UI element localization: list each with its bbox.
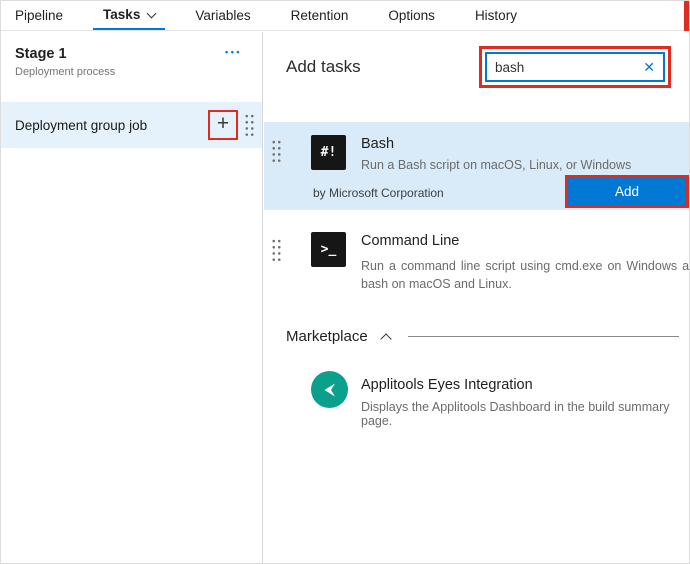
task-search-box: ✕ [485,52,665,82]
add-button[interactable]: Add [568,178,686,205]
drag-handle-icon[interactable] [270,237,281,264]
task-search-input[interactable] [495,60,637,75]
tab-tasks-label: Tasks [103,7,140,22]
annotation-mark [684,1,689,31]
task-publisher: by Microsoft Corporation [313,186,444,200]
task-name: Bash [361,136,394,152]
bash-task-icon: #! [311,135,346,170]
top-tab-bar: Pipeline Tasks Variables Retention Optio… [1,1,689,31]
job-label: Deployment group job [15,118,208,133]
clear-search-icon[interactable]: ✕ [643,60,655,74]
annotation-box-add: Add [565,175,689,208]
stage-subtitle: Deployment process [15,66,248,78]
tab-options[interactable]: Options [378,1,445,30]
stages-sidebar: Stage 1 Deployment process ••• Deploymen… [1,32,263,563]
release-pipeline-window: Pipeline Tasks Variables Retention Optio… [0,0,690,564]
section-divider [408,336,679,337]
command-line-task-icon: >_ [311,232,346,267]
tab-retention[interactable]: Retention [281,1,359,30]
tab-history-label: History [475,8,517,23]
stage-card[interactable]: Stage 1 Deployment process ••• [1,32,262,78]
drag-handle-icon[interactable] [243,112,255,138]
marketplace-section-header[interactable]: Marketplace [286,328,679,345]
tab-options-label: Options [388,8,435,23]
deployment-group-job-item[interactable]: Deployment group job + [1,102,262,148]
annotation-box-search: ✕ [479,46,671,88]
panel-title: Add tasks [286,57,361,77]
extension-description: Displays the Applitools Dashboard in the… [361,400,689,428]
task-description: Run a Bash script on macOS, Linux, or Wi… [361,158,689,172]
tab-variables[interactable]: Variables [185,1,260,30]
plus-icon: + [217,113,229,134]
add-tasks-panel: Add tasks ✕ #! Bash Run a Bash script on… [264,32,689,563]
tab-variables-label: Variables [195,8,250,23]
tab-pipeline-label: Pipeline [15,8,63,23]
tab-pipeline[interactable]: Pipeline [5,1,73,30]
stage-more-menu-button[interactable]: ••• [225,48,242,57]
chevron-down-icon [147,8,157,18]
task-card-command-line[interactable]: >_ Command Line Run a command line scrip… [264,228,689,312]
marketplace-item-applitools[interactable]: Applitools Eyes Integration Displays the… [264,371,689,431]
extension-name: Applitools Eyes Integration [361,377,533,393]
task-card-bash[interactable]: #! Bash Run a Bash script on macOS, Linu… [264,122,689,210]
marketplace-label: Marketplace [286,328,368,345]
drag-handle-icon[interactable] [270,138,281,165]
task-description: Run a command line script using cmd.exe … [361,257,689,293]
chevron-up-icon [380,333,391,344]
task-name: Command Line [361,233,459,249]
tab-tasks[interactable]: Tasks [93,1,165,30]
add-task-plus-button[interactable]: + [208,110,238,140]
applitools-logo-icon [311,371,348,408]
stage-title: Stage 1 [15,46,248,62]
tab-retention-label: Retention [291,8,349,23]
panel-header: Add tasks ✕ [264,32,689,88]
tab-history[interactable]: History [465,1,527,30]
